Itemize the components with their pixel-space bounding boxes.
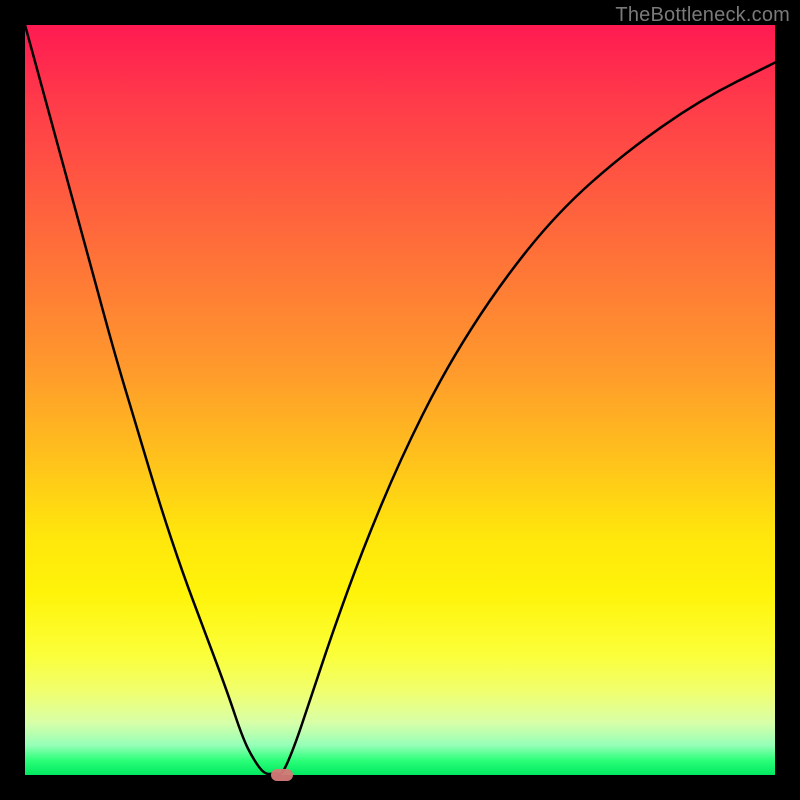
minimum-marker: [271, 769, 293, 781]
bottleneck-curve: [25, 25, 775, 775]
plot-area: [25, 25, 775, 775]
chart-frame: TheBottleneck.com: [0, 0, 800, 800]
attribution-text: TheBottleneck.com: [615, 4, 790, 27]
